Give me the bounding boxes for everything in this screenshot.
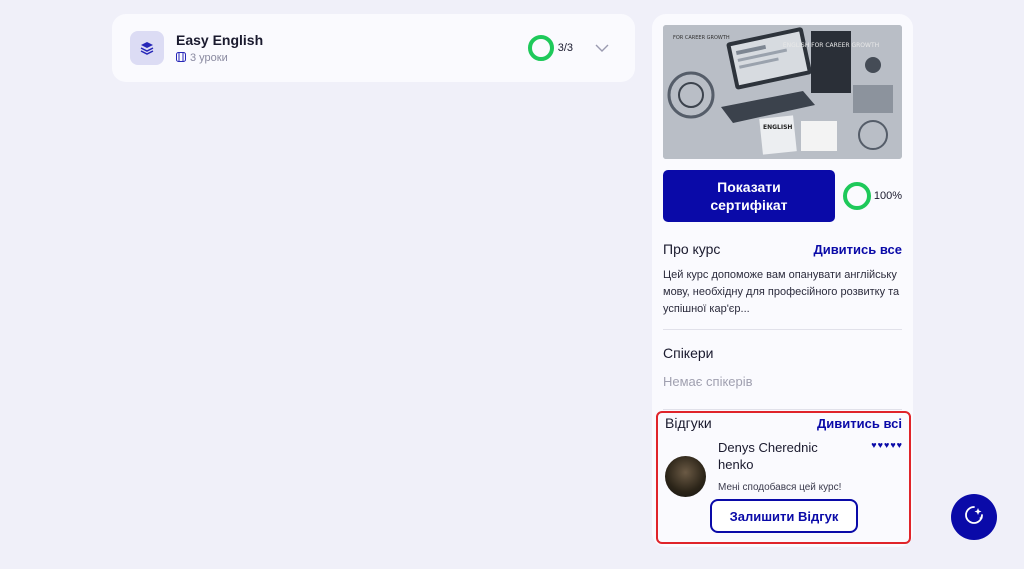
- ai-assistant-button[interactable]: [951, 494, 997, 540]
- about-view-all-link[interactable]: Дивитись все: [813, 242, 902, 257]
- module-progress: 3/3: [527, 35, 573, 61]
- cover-book-title: ENGLISH FOR CAREER GROWTH: [783, 42, 879, 49]
- heart-icon: ♥: [896, 440, 902, 450]
- review-author: Denys Cherednichenko: [718, 440, 818, 472]
- reviews-title: Відгуки: [665, 415, 712, 431]
- cover-tagline: FOR CAREER GROWTH: [673, 35, 730, 41]
- divider: [663, 409, 902, 410]
- ai-assistant-icon: [963, 504, 985, 531]
- speakers-empty-text: Немає спікерів: [663, 374, 753, 389]
- speakers-title: Спікери: [663, 345, 714, 361]
- leave-review-button[interactable]: Залишити Відгук: [710, 499, 858, 533]
- module-title: Easy English: [176, 31, 264, 48]
- completion-label: 100%: [873, 190, 902, 202]
- about-title: Про курс: [663, 241, 721, 257]
- about-description: Цей курс допоможе вам опанувати англійсь…: [663, 269, 900, 315]
- about-section: Про курс Дивитись все Цей курс допоможе …: [663, 241, 902, 330]
- speakers-section: Спікери Немає спікерів: [663, 345, 902, 410]
- review-text: Мені сподобався цей курс!: [718, 482, 842, 493]
- module-card[interactable]: Easy English 3 уроки 3/3: [112, 14, 635, 82]
- heart-icon: ♥: [883, 440, 890, 450]
- avatar: [665, 456, 706, 497]
- heart-icon: ♥: [871, 440, 877, 450]
- cover-notebook-label: ENGLISH: [763, 124, 792, 131]
- course-cover-image: ENGLISH FOR CAREER GROWTH FOR CAREER GRO…: [663, 25, 902, 159]
- completion-ring-icon: [842, 182, 871, 210]
- heart-icon: ♥: [890, 440, 896, 450]
- stack-layers-icon: [130, 31, 164, 65]
- course-completion: 100%: [842, 182, 902, 210]
- review-rating: ♥ ♥ ♥ ♥ ♥: [871, 440, 902, 473]
- reviews-view-all-link[interactable]: Дивитись всі: [817, 416, 902, 431]
- divider: [663, 329, 902, 330]
- reviews-section: Відгуки Дивитись всі Denys Cherednichenk…: [656, 411, 911, 544]
- module-progress-label: 3/3: [557, 42, 573, 54]
- review-item: Denys Cherednichenko ♥ ♥ ♥ ♥ ♥ Мені спод…: [665, 439, 902, 497]
- progress-ring-icon: [527, 35, 554, 61]
- video-icon: [176, 51, 186, 65]
- module-lesson-count: 3 уроки: [190, 52, 228, 64]
- heart-icon: ♥: [877, 440, 883, 450]
- chevron-down-icon[interactable]: [595, 41, 609, 55]
- show-certificate-button[interactable]: Показати сертифікат: [663, 170, 835, 222]
